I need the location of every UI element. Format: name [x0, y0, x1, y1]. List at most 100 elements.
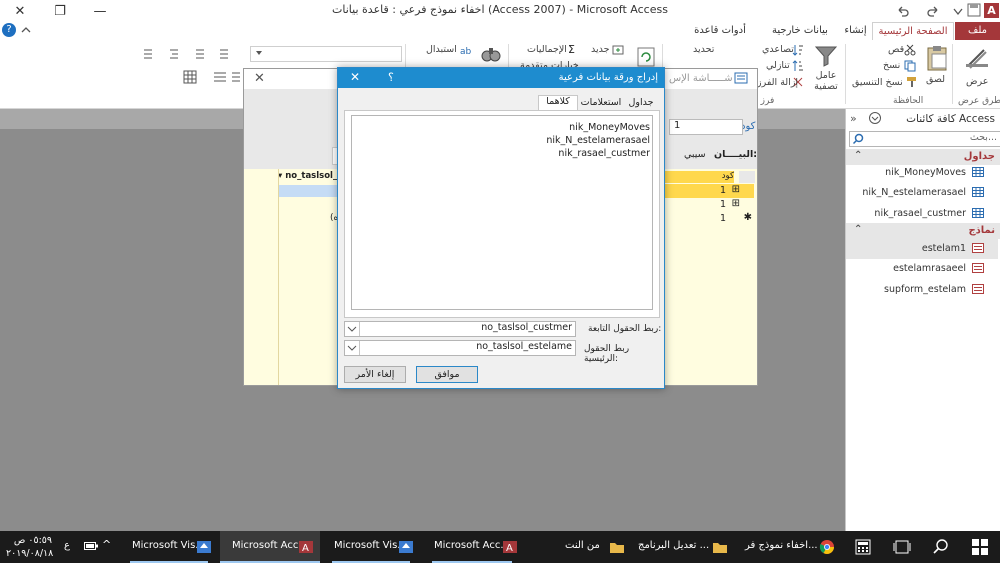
windows-start-icon[interactable]: [972, 539, 988, 555]
paragraph-tools[interactable]: [140, 48, 240, 60]
filter-icon[interactable]: [814, 44, 838, 68]
font-size-combo[interactable]: [250, 46, 402, 62]
tab-create[interactable]: إنشاء: [838, 22, 873, 40]
copy-icon[interactable]: [904, 60, 916, 72]
select-all-cell[interactable]: [739, 171, 755, 183]
access-logo-icon: A: [984, 3, 999, 18]
sort-descending-icon[interactable]: [792, 60, 804, 72]
task-visio-1[interactable]: Microsoft Vis...: [322, 531, 420, 563]
language-indicator[interactable]: ع: [64, 540, 70, 551]
list-item[interactable]: nik_rasael_custmer: [558, 148, 650, 159]
tray-chevron-icon[interactable]: ^: [102, 538, 111, 551]
access-icon: A: [298, 539, 314, 555]
ascending-label[interactable]: تصاعدي: [762, 44, 794, 55]
new-record-icon[interactable]: [612, 44, 624, 56]
battery-icon[interactable]: [84, 541, 98, 551]
nav-form-item[interactable]: supform_estelam: [846, 280, 998, 300]
group-separator: [952, 44, 953, 104]
column-header-taslsol[interactable]: ▾ no_taslsol_: [278, 171, 338, 183]
new-record-label[interactable]: جديد: [591, 44, 610, 55]
nav-form-item[interactable]: estelam1: [846, 239, 998, 259]
format-painter-icon[interactable]: [906, 76, 918, 88]
task-folder-edit[interactable]: تعديل البرنامج ...: [628, 531, 728, 563]
redo-icon[interactable]: [925, 3, 941, 19]
forms-section-header[interactable]: ⌃ نماذج: [846, 223, 1000, 239]
close-form-icon[interactable]: ✕: [254, 71, 270, 87]
nav-menu-icon[interactable]: [868, 111, 882, 125]
close-dialog-button[interactable]: ✕: [350, 70, 364, 84]
calculator-icon[interactable]: [855, 539, 871, 555]
task-view-icon[interactable]: [893, 539, 911, 555]
descending-label[interactable]: تنازلي: [766, 60, 790, 71]
clipboard-group-label: الحافظة: [893, 96, 924, 106]
navigation-pane: » كافة كائنات Access بحث... ⌃ جداول nik_…: [845, 109, 1000, 531]
cut-label[interactable]: قص: [888, 44, 904, 55]
save-icon[interactable]: [967, 3, 981, 17]
filter-label[interactable]: عامل تصفية: [814, 70, 838, 92]
cut-icon[interactable]: [904, 44, 916, 56]
chevron-down-icon[interactable]: [345, 322, 360, 336]
code-label: كود: [741, 121, 756, 132]
tab-both[interactable]: كلاهما: [538, 95, 578, 110]
task-folder-net[interactable]: من النت: [525, 531, 625, 563]
help-icon[interactable]: ?: [2, 23, 16, 37]
collapse-ribbon-icon[interactable]: [20, 24, 32, 36]
ok-button[interactable]: موافق: [416, 366, 478, 383]
svg-text:ab: ab: [460, 47, 472, 56]
tab-tables[interactable]: جداول: [626, 97, 656, 109]
list-item[interactable]: nik_MoneyMoves: [569, 122, 650, 133]
chrome-icon: [819, 539, 835, 555]
chevron-down-icon[interactable]: [254, 48, 264, 58]
undo-icon[interactable]: [895, 3, 911, 19]
tab-database-tools[interactable]: أدوات قاعدة البيانات: [680, 22, 760, 54]
remove-sort-label[interactable]: إزالة الفرز: [757, 77, 798, 88]
collapse-nav-icon[interactable]: »: [850, 112, 857, 125]
nav-table-item[interactable]: nik_rasael_custmer: [846, 204, 998, 224]
data-value[interactable]: سيبي: [684, 149, 706, 160]
totals-label[interactable]: الإجماليات: [527, 44, 567, 55]
search-icon[interactable]: [932, 538, 950, 556]
replace-label[interactable]: استبدال: [426, 44, 457, 55]
view-icon[interactable]: [962, 44, 992, 74]
tab-file[interactable]: ملف: [955, 22, 1000, 40]
grid-line: [278, 169, 279, 385]
expand-icon[interactable]: ⊞: [732, 184, 740, 195]
dialog-help-button[interactable]: ؟: [388, 71, 394, 84]
clock[interactable]: ٠٥:٥٩ ص ٢٠١٩/٠٨/١٨: [6, 534, 53, 560]
search-input[interactable]: بحث...: [849, 131, 1000, 147]
new-record-icon: ✱: [743, 212, 752, 223]
child-fields-combo[interactable]: no_taslsol_custmer: [344, 321, 576, 337]
task-chrome[interactable]: اخفاء نموذج فر...: [735, 531, 837, 563]
replace-icon[interactable]: ab: [460, 44, 472, 56]
nav-table-item[interactable]: nik_MoneyMoves: [846, 163, 998, 183]
form-icon: [972, 284, 984, 294]
nav-table-item[interactable]: nik_N_estelamerasael: [846, 183, 998, 203]
tab-home[interactable]: الصفحة الرئيسية: [872, 22, 954, 41]
gridlines-tools[interactable]: [150, 70, 240, 84]
tab-queries[interactable]: استعلامات: [578, 97, 624, 109]
nav-title[interactable]: كافة كائنات Access: [906, 113, 995, 125]
code-field[interactable]: 1: [669, 119, 743, 135]
search-icon[interactable]: [852, 133, 864, 145]
totals-icon[interactable]: Σ: [568, 43, 575, 56]
refresh-all-icon[interactable]: [636, 46, 656, 68]
selection-label[interactable]: تحديد: [693, 44, 714, 55]
task-visio-2[interactable]: Microsoft Vis...: [120, 531, 218, 563]
task-access-1[interactable]: Microsoft Acc... A: [422, 531, 522, 563]
tab-external-data[interactable]: بيانات خارجية: [765, 22, 835, 40]
list-item[interactable]: nik_N_estelamerasael: [546, 135, 650, 146]
customize-icon[interactable]: [950, 3, 966, 19]
object-list[interactable]: nik_MoneyMoves nik_N_estelamerasael nik_…: [351, 115, 653, 310]
paste-icon[interactable]: [924, 44, 950, 72]
nav-form-item[interactable]: estelamrasaeel: [846, 259, 998, 279]
task-access-2[interactable]: Microsoft Acc... A: [220, 531, 320, 563]
copy-label[interactable]: نسخ: [883, 60, 900, 71]
svg-text:A: A: [506, 543, 513, 554]
find-icon[interactable]: [480, 44, 502, 66]
master-fields-combo[interactable]: no_taslsol_estelame: [344, 340, 576, 356]
chevron-down-icon[interactable]: [345, 341, 360, 355]
format-painter-label[interactable]: نسخ التنسيق: [852, 77, 903, 88]
form-icon: [734, 71, 748, 85]
expand-icon[interactable]: ⊞: [732, 198, 740, 209]
cancel-button[interactable]: إلغاء الأمر: [344, 366, 406, 383]
